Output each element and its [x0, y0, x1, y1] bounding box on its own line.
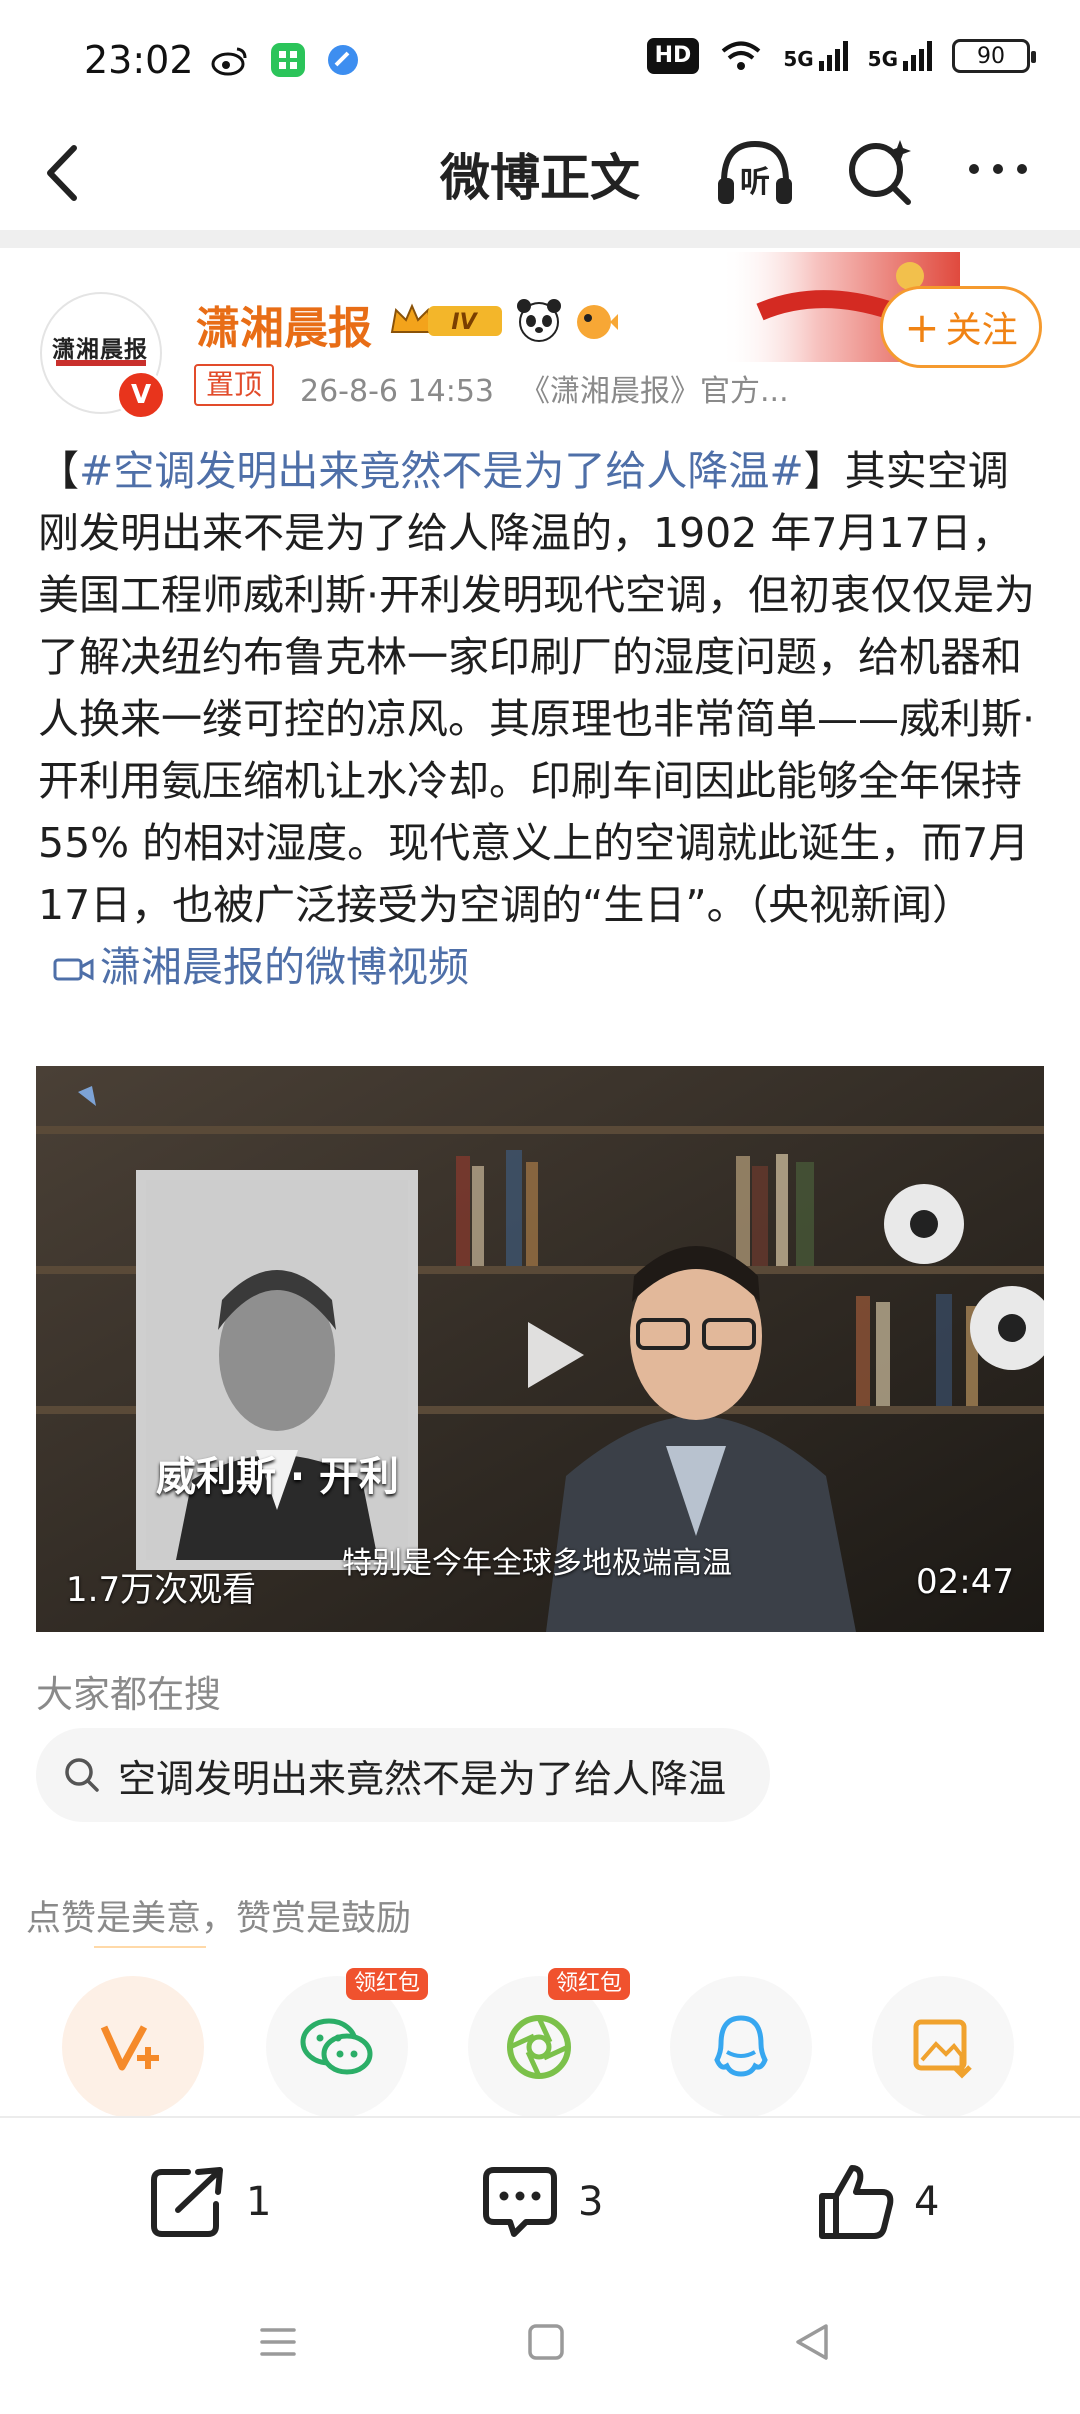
portrait-illustration [146, 1180, 408, 1560]
save-image-icon [913, 2019, 972, 2079]
member-crown-level-badge[interactable]: IV [388, 298, 506, 342]
comment-bubble-icon [483, 2167, 557, 2237]
play-icon[interactable] [506, 1310, 596, 1400]
repost-share-icon [151, 2167, 223, 2237]
qq-penguin-icon [714, 2015, 768, 2077]
network-type-2: 5G [867, 47, 898, 71]
comment-button[interactable]: 3 [480, 2162, 603, 2242]
system-nav-bar [0, 2276, 1080, 2414]
post-source[interactable]: 《潇湘晨报》官方... [520, 374, 789, 409]
status-bar: 23:02 HD 5G 5G 90 [0, 0, 1080, 120]
qq-share-button[interactable] [670, 1976, 812, 2118]
panda-emoji-icon [517, 299, 561, 342]
listen-headphones-icon[interactable]: 听 [712, 130, 798, 216]
video-camera-icon [53, 958, 94, 981]
search-icon[interactable] [840, 132, 920, 212]
green-app-icon [271, 43, 305, 77]
video-player[interactable]: 威利斯 · 开利 特别是今年全球多地极端高温 1.7万次观看 02:47 [36, 1066, 1044, 1632]
network-type-1: 5G [783, 47, 814, 71]
pufferfish-emoji-icon [577, 305, 618, 339]
search-icon-small [65, 1758, 99, 1792]
follow-button[interactable]: + 关注 [880, 286, 1042, 368]
video-link-label: 潇湘晨报的微博视频 [100, 943, 469, 991]
top-nav-bar: 微博正文 听 [0, 120, 1080, 230]
tip-underline [94, 1946, 206, 1948]
comment-count: 3 [578, 2179, 604, 2225]
more-options-icon[interactable] [962, 134, 1034, 204]
repost-button[interactable]: 1 [148, 2162, 271, 2242]
status-time: 23:02 [84, 38, 194, 82]
post-time: 26-8-6 14:53 [300, 374, 494, 409]
notification-icons [210, 42, 360, 78]
level-badge-text: IV [451, 310, 478, 335]
battery-icon: 90 [952, 39, 1036, 73]
system-indicators: HD 5G 5G 90 [646, 38, 1036, 74]
bracket-close: 】 [803, 447, 845, 495]
redpack-tag-wechat: 领红包 [346, 1968, 429, 2000]
tip-label: 点赞是美意，赞赏是鼓励 [26, 1899, 412, 1939]
signal-icon-2: 5G [868, 41, 932, 71]
weibo-app-icon [211, 47, 247, 76]
post-meta: 26-8-6 14:53 《潇湘晨报》官方... [300, 366, 789, 410]
video-subtitle: 特别是今年全球多地极端高温 [342, 1546, 732, 1581]
hd-voice-badge: HD [646, 38, 700, 74]
listen-icon-label: 听 [740, 165, 770, 200]
pinned-badge: 置顶 [194, 364, 275, 406]
wechat-icon [300, 2018, 373, 2075]
wifi-icon [722, 41, 761, 70]
tip-share-row: 领红包 领红包 [62, 1968, 1022, 2118]
author-name[interactable]: 潇湘晨报 [196, 292, 372, 356]
vip-charge-button[interactable] [62, 1976, 204, 2118]
portrait-photo [136, 1170, 418, 1570]
blue-app-icon [328, 45, 358, 75]
plus-icon: + [904, 302, 940, 352]
home-square-icon[interactable] [524, 2320, 568, 2364]
menu-icon[interactable] [256, 2320, 300, 2364]
post-text: 【#空调发明出来竟然不是为了给人降温#】其实空调刚发明出来不是为了给人降温的，1… [38, 440, 1048, 998]
avatar-logo-text: 潇湘晨报 [52, 337, 148, 363]
verified-v-badge: V [116, 370, 166, 420]
section-divider [0, 230, 1080, 248]
moments-share-button[interactable]: 领红包 [468, 1968, 631, 2118]
video-view-count: 1.7万次观看 [66, 1570, 257, 1610]
bottom-action-bar: 1 3 4 [0, 2116, 1080, 2278]
back-triangle-icon[interactable] [790, 2320, 834, 2364]
bracket-open: 【 [38, 447, 79, 495]
trending-search-query: 空调发明出来竟然不是为了给人降温 [118, 1756, 727, 1801]
thumbs-up-icon [819, 2165, 894, 2239]
wechat-share-button[interactable]: 领红包 [266, 1968, 429, 2118]
battery-level: 90 [977, 43, 1005, 69]
moments-aperture-icon [507, 2015, 571, 2079]
vip-plus-icon [100, 2025, 159, 2071]
trending-search-label: 大家都在搜 [36, 1673, 221, 1716]
trending-search-chip[interactable]: 空调发明出来竟然不是为了给人降温 [36, 1728, 770, 1822]
like-button[interactable]: 4 [816, 2162, 939, 2242]
video-link[interactable]: 潇湘晨报的微博视频 [38, 943, 469, 991]
avatar-logo-stripe [56, 360, 146, 366]
video-duration: 02:47 [916, 1562, 1014, 1602]
hashtag-link[interactable]: #空调发明出来竟然不是为了给人降温# [79, 447, 804, 495]
portrait-caption: 威利斯 · 开利 [156, 1454, 400, 1500]
save-image-button[interactable] [872, 1976, 1014, 2118]
follow-label: 关注 [945, 310, 1018, 351]
post-body-text: 其实空调刚发明出来不是为了给人降温的，1902 年7月17日，美国工程师威利斯·… [38, 447, 1036, 929]
like-count: 4 [914, 2179, 940, 2225]
repost-count: 1 [246, 2179, 272, 2225]
signal-icon-1: 5G [783, 41, 848, 71]
redpack-tag-moments: 领红包 [548, 1968, 631, 2000]
